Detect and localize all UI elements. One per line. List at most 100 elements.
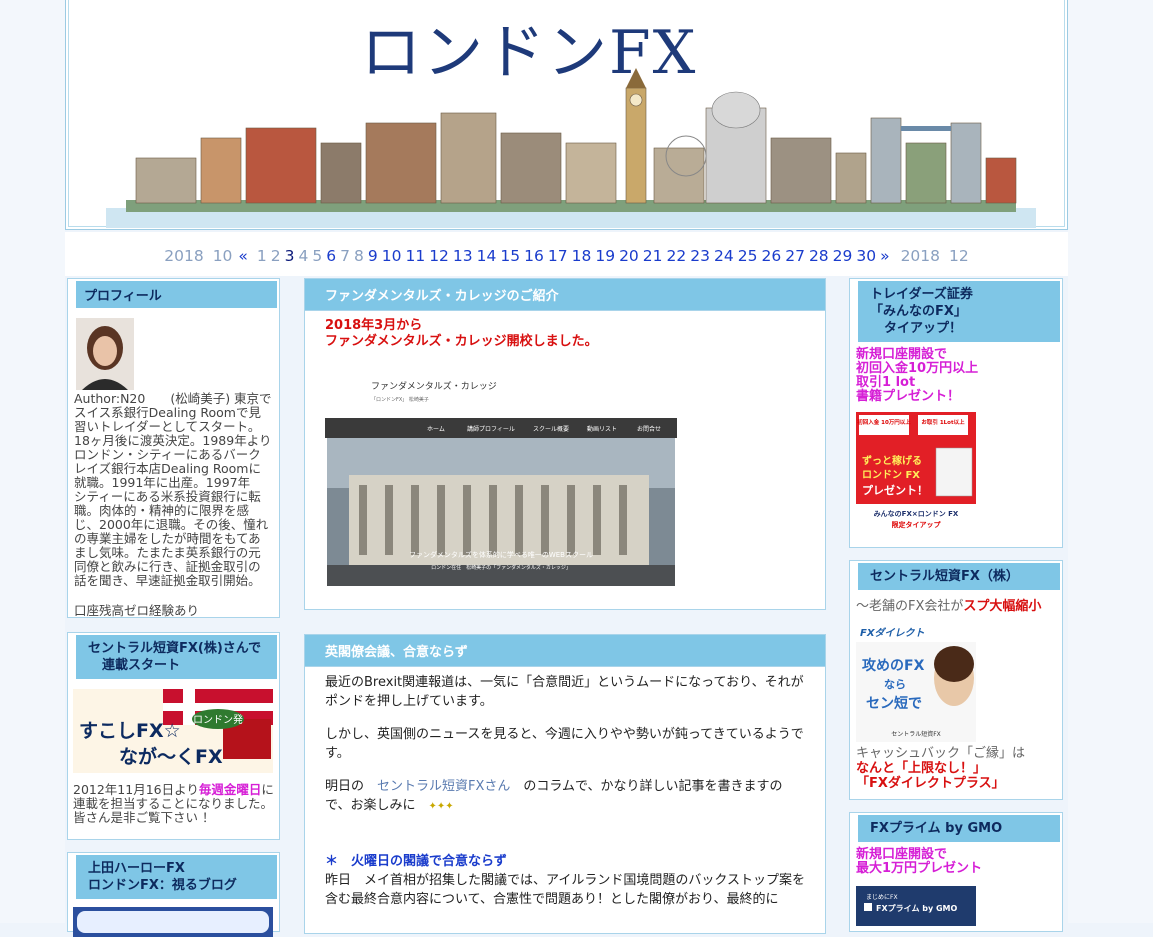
cal-day[interactable]: 30 <box>856 247 876 265</box>
central-serial-title[interactable]: セントラル短資FX(株)さんで 連載スタート <box>70 635 277 679</box>
traders-title[interactable]: トレイダーズ証券 「みんなのFX」 タイアップ！ <box>852 281 1060 342</box>
cal-day[interactable]: 29 <box>833 247 853 265</box>
central-tanshi-title[interactable]: セントラル短資FX（株） <box>852 563 1060 590</box>
article-section-heading: ＊ 火曜日の閣議で合意ならず <box>325 854 507 869</box>
ueda-harlow-box: 上田ハーローFX ロンドンFX：視るブログ <box>67 852 280 937</box>
banner-foot: セントラル短資FX <box>891 730 941 738</box>
sukoshi-fx-banner[interactable]: ロンドン発 すこしFX☆ なが～くFX <box>73 689 273 773</box>
cal-day[interactable]: 17 <box>548 247 568 265</box>
cal-day[interactable]: 23 <box>690 247 710 265</box>
cal-next-arrow[interactable]: » <box>880 247 889 265</box>
cal-day[interactable]: 13 <box>453 247 473 265</box>
college-intro-text: 2018年3月から ファンダメンタルズ・カレッジ開校しました。 <box>325 318 598 349</box>
banner-l3: セン短で <box>866 695 922 712</box>
banner-l2: なら <box>884 678 906 691</box>
article-body: 最近のBrexit関連報道は、一気に「合意間近」というムードになっており、それが… <box>325 673 805 909</box>
cal-day: 1 <box>256 247 267 265</box>
cal-day[interactable]: 12 <box>429 247 449 265</box>
banner-mid2: ロンドン FX <box>862 469 920 481</box>
author-photo <box>76 318 134 390</box>
cal-day[interactable]: 20 <box>619 247 639 265</box>
minna-no-fx-banner[interactable]: 初回入金 10万円以上 お取引 1Lot以上 ずっと稼げる ロンドン FX プレ… <box>856 412 976 532</box>
cal-day[interactable]: 3 <box>285 247 295 265</box>
cal-next-month[interactable]: 2018 12 <box>899 247 971 265</box>
banner-brand: FXダイレクト <box>860 627 925 639</box>
cal-day: 5 <box>312 247 323 265</box>
banner-line1: すこしFX☆ <box>79 720 181 742</box>
cal-day[interactable]: 11 <box>405 247 425 265</box>
cal-prev-month[interactable]: 2018 10 <box>162 247 234 265</box>
article-paragraph: 明日の セントラル短資FXさん のコラムで、かなり詳しい記事を書きますので、お楽… <box>325 779 783 813</box>
sparkle-icon: ✦✦✦ <box>428 801 454 812</box>
article-paragraph: しかし、英国側のニュースを見ると、今週に入りやや勢いが鈍ってきているようです。 <box>325 727 804 761</box>
traders-box: トレイダーズ証券 「みんなのFX」 タイアップ！ 新規口座開設で 初回入金10万… <box>849 278 1063 548</box>
central-serial-text: 2012年11月16日より毎週金曜日に連載を担当することになりました。 皆さん是… <box>73 782 274 825</box>
fx-direct-banner[interactable]: FXダイレクト 攻めのFX なら セン短で セントラル短資FX <box>856 622 976 742</box>
banner-deposit: 初回入金 10万円以上 <box>857 418 911 426</box>
shot-site-sub: 「ロンドンFX」 松崎美子 <box>371 396 429 403</box>
banner-lot: お取引 1Lot以上 <box>921 418 965 426</box>
banner-bottom1: みんなのFX×ロンドン FX <box>874 509 959 518</box>
cal-day[interactable]: 28 <box>809 247 829 265</box>
cal-day[interactable]: 9 <box>368 247 378 265</box>
shot-caption: ファンダメンタルズを体系的に学べる唯一のWEBスクール <box>409 550 593 559</box>
cal-day: 7 <box>340 247 350 265</box>
page-margin-left <box>0 0 65 923</box>
article-paragraph: 最近のBrexit関連報道は、一気に「合意間近」というムードになっており、それが… <box>325 675 804 709</box>
banner-mid3: プレゼント！ <box>862 483 928 497</box>
cal-day[interactable]: 15 <box>500 247 520 265</box>
banner-small: まじめにFX <box>866 894 898 901</box>
banner-line2: なが～くFX <box>119 745 223 768</box>
fxprime-box: FXプライム by GMO 新規口座開設で 最大1万円プレゼント まじめにFX … <box>849 812 1063 932</box>
traders-promo: 新規口座開設で 初回入金10万円以上 取引1 lot 書籍プレゼント！ <box>856 347 979 404</box>
cal-day: 2 <box>270 247 281 265</box>
article-title[interactable]: 英閣僚会議、合意ならず <box>305 635 825 667</box>
cal-day[interactable]: 24 <box>714 247 734 265</box>
cal-day[interactable]: 21 <box>643 247 663 265</box>
cal-day: 4 <box>298 247 309 265</box>
banner-l1: 攻めのFX <box>862 657 925 674</box>
page-margin-right <box>1068 0 1153 923</box>
central-tanshi-tagline: ～老舗のFX会社がスプ大幅縮小 <box>856 599 1042 614</box>
ueda-harlow-title[interactable]: 上田ハーローFX ロンドンFX：視るブログ <box>70 855 277 899</box>
central-serial-box: セントラル短資FX(株)さんで 連載スタート ロンドン発 すこしFX☆ なが～く… <box>67 632 280 840</box>
cal-day[interactable]: 6 <box>326 247 336 265</box>
college-site-screenshot[interactable]: ファンダメンタルズ・カレッジ 「ロンドンFX」 松崎美子 ホーム 講師プロフィー… <box>325 375 677 589</box>
central-link[interactable]: セントラル短資FXさん <box>377 779 510 794</box>
profile-footer: 口座残高ゼロ経験あり <box>74 603 200 618</box>
london-skyline-illustration <box>106 68 1036 228</box>
cal-day[interactable]: 18 <box>572 247 592 265</box>
cal-day[interactable]: 22 <box>667 247 687 265</box>
banner-main: FXプライム by GMO <box>876 903 958 913</box>
calendar-nav: 2018 10 « 1 2 3 4 5 6 7 8 9 10 11 12 13 14 15 16 17 18 19 20… <box>65 232 1068 276</box>
fxprime-promo: 新規口座開設で 最大1万円プレゼント <box>856 847 983 876</box>
fxprime-title[interactable]: FXプライム by GMO <box>852 815 1060 842</box>
college-intro-entry: ファンダメンタルズ・カレッジのご紹介 2018年3月から ファンダメンタルズ・カ… <box>304 278 826 610</box>
cal-day[interactable]: 25 <box>738 247 758 265</box>
cal-day[interactable]: 16 <box>524 247 544 265</box>
ueda-blog-banner[interactable] <box>73 907 273 937</box>
shot-menu-contact: お問合せ <box>637 425 661 433</box>
site-header[interactable]: ロンドンFX <box>65 0 1068 230</box>
profile-title: プロフィール <box>70 281 277 308</box>
cal-day: 8 <box>353 247 364 265</box>
cal-day[interactable]: 19 <box>595 247 615 265</box>
college-intro-title[interactable]: ファンダメンタルズ・カレッジのご紹介 <box>305 279 825 311</box>
shot-caption2: ロンドン在住 松崎美子の「ファンダメンタルズ・カレッジ」 <box>431 564 571 571</box>
shot-menu-profile: 講師プロフィール <box>467 425 515 433</box>
shot-menu-home: ホーム <box>427 426 445 433</box>
banner-mid1: ずっと稼げる <box>862 454 922 467</box>
cal-day[interactable]: 10 <box>382 247 402 265</box>
brexit-article-entry: 英閣僚会議、合意ならず 最近のBrexit関連報道は、一気に「合意間近」というム… <box>304 634 826 934</box>
cal-day[interactable]: 27 <box>785 247 805 265</box>
central-tanshi-text: キャッシュバック「ご縁」は なんと「上限なし！」 「FXダイレクトプラス」 <box>856 746 1026 791</box>
shot-site-title: ファンダメンタルズ・カレッジ <box>371 380 497 392</box>
profile-description: Author:N20 (松崎美子) 東京でスイス系銀行Dealing Roomで… <box>74 391 272 588</box>
fxprime-banner[interactable]: まじめにFX FXプライム by GMO <box>856 886 976 926</box>
cal-day[interactable]: 14 <box>477 247 497 265</box>
profile-box: プロフィール Author:N20 (松崎美子) 東京でスイス系銀行Dealin… <box>67 278 280 618</box>
cal-prev-arrow[interactable]: « <box>238 247 247 265</box>
banner-bottom2: 限定タイアップ <box>892 520 942 529</box>
cal-day[interactable]: 26 <box>761 247 781 265</box>
shot-menu-overview: スクール概要 <box>533 425 569 433</box>
